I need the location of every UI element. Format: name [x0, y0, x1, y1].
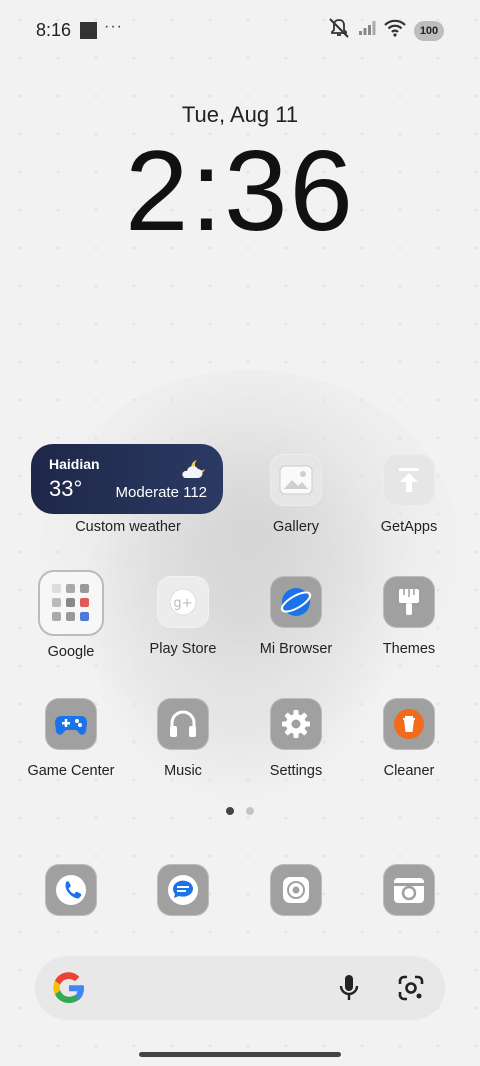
- phone-icon: [45, 864, 97, 916]
- mi-browser-icon: [270, 576, 322, 628]
- dock-phone[interactable]: [16, 864, 126, 916]
- app-label: Themes: [382, 641, 436, 657]
- dock-messages[interactable]: [128, 864, 238, 916]
- svg-text:g+: g+: [173, 596, 192, 611]
- dock-chrome[interactable]: [241, 864, 351, 916]
- signal-icon: [358, 20, 376, 41]
- wifi-icon: [384, 19, 406, 42]
- getapps-icon: [383, 454, 435, 506]
- page-dot-2[interactable]: [246, 807, 254, 815]
- themes-icon: [383, 576, 435, 628]
- app-settings[interactable]: Settings: [241, 698, 351, 779]
- battery-indicator: 100: [414, 20, 444, 41]
- app-label: Settings: [269, 763, 323, 779]
- app-label: Cleaner: [383, 763, 435, 779]
- more-notifications-icon: ···: [104, 18, 123, 35]
- date-label: Tue, Aug 11: [181, 102, 299, 127]
- page-indicator[interactable]: [226, 807, 254, 815]
- weather-widget-label-wrap: Custom weather: [73, 519, 183, 535]
- dock-camera[interactable]: [354, 864, 464, 916]
- google-lens-icon[interactable]: [397, 974, 425, 1007]
- app-gallery[interactable]: Gallery: [241, 454, 351, 535]
- messages-icon: [157, 864, 209, 916]
- page-dot-1[interactable]: [226, 807, 234, 815]
- microphone-icon[interactable]: [337, 974, 361, 1007]
- notification-icon: [80, 22, 97, 39]
- weather-city: Haidian: [49, 456, 100, 472]
- app-cleaner[interactable]: Cleaner: [354, 698, 464, 779]
- weather-air-quality: Moderate 112: [115, 484, 207, 501]
- app-label: Game Center: [27, 763, 115, 779]
- partly-cloudy-night-icon: [179, 458, 207, 485]
- app-music[interactable]: Music: [128, 698, 238, 779]
- app-label: Play Store: [149, 641, 217, 657]
- app-label: Mi Browser: [259, 641, 333, 657]
- app-themes[interactable]: Themes: [354, 576, 464, 657]
- weather-temperature: 33°: [49, 476, 83, 501]
- chrome-icon: [270, 864, 322, 916]
- play-store-icon: g+: [157, 576, 209, 628]
- status-bar: 8:16 ··· 100: [0, 0, 480, 60]
- google-g-icon[interactable]: [51, 970, 87, 1011]
- cleaner-icon: [383, 698, 435, 750]
- gallery-icon: [270, 454, 322, 506]
- clock-widget[interactable]: 2:36: [0, 126, 480, 257]
- app-mi-browser[interactable]: Mi Browser: [241, 576, 351, 657]
- weather-widget[interactable]: Haidian 33° Moderate 112: [31, 444, 223, 514]
- app-play-store[interactable]: g+ Play Store: [128, 576, 238, 657]
- settings-icon: [270, 698, 322, 750]
- app-label: Gallery: [273, 519, 319, 535]
- google-folder-icon: [38, 570, 104, 636]
- game-center-icon: [45, 698, 97, 750]
- app-getapps[interactable]: GetApps: [354, 454, 464, 535]
- app-label: Google: [47, 644, 95, 660]
- app-label: GetApps: [380, 519, 438, 535]
- app-game-center[interactable]: Game Center: [16, 698, 126, 779]
- google-search-bar[interactable]: [35, 956, 445, 1020]
- folder-google[interactable]: Google: [16, 570, 126, 660]
- status-time: 8:16: [36, 20, 72, 40]
- home-indicator[interactable]: [139, 1052, 341, 1057]
- camera-icon: [383, 864, 435, 916]
- weather-widget-label: Custom weather: [75, 519, 181, 535]
- app-label: Music: [164, 763, 202, 779]
- mute-icon: [328, 18, 350, 43]
- wallpaper-cat: [40, 370, 460, 730]
- music-icon: [157, 698, 209, 750]
